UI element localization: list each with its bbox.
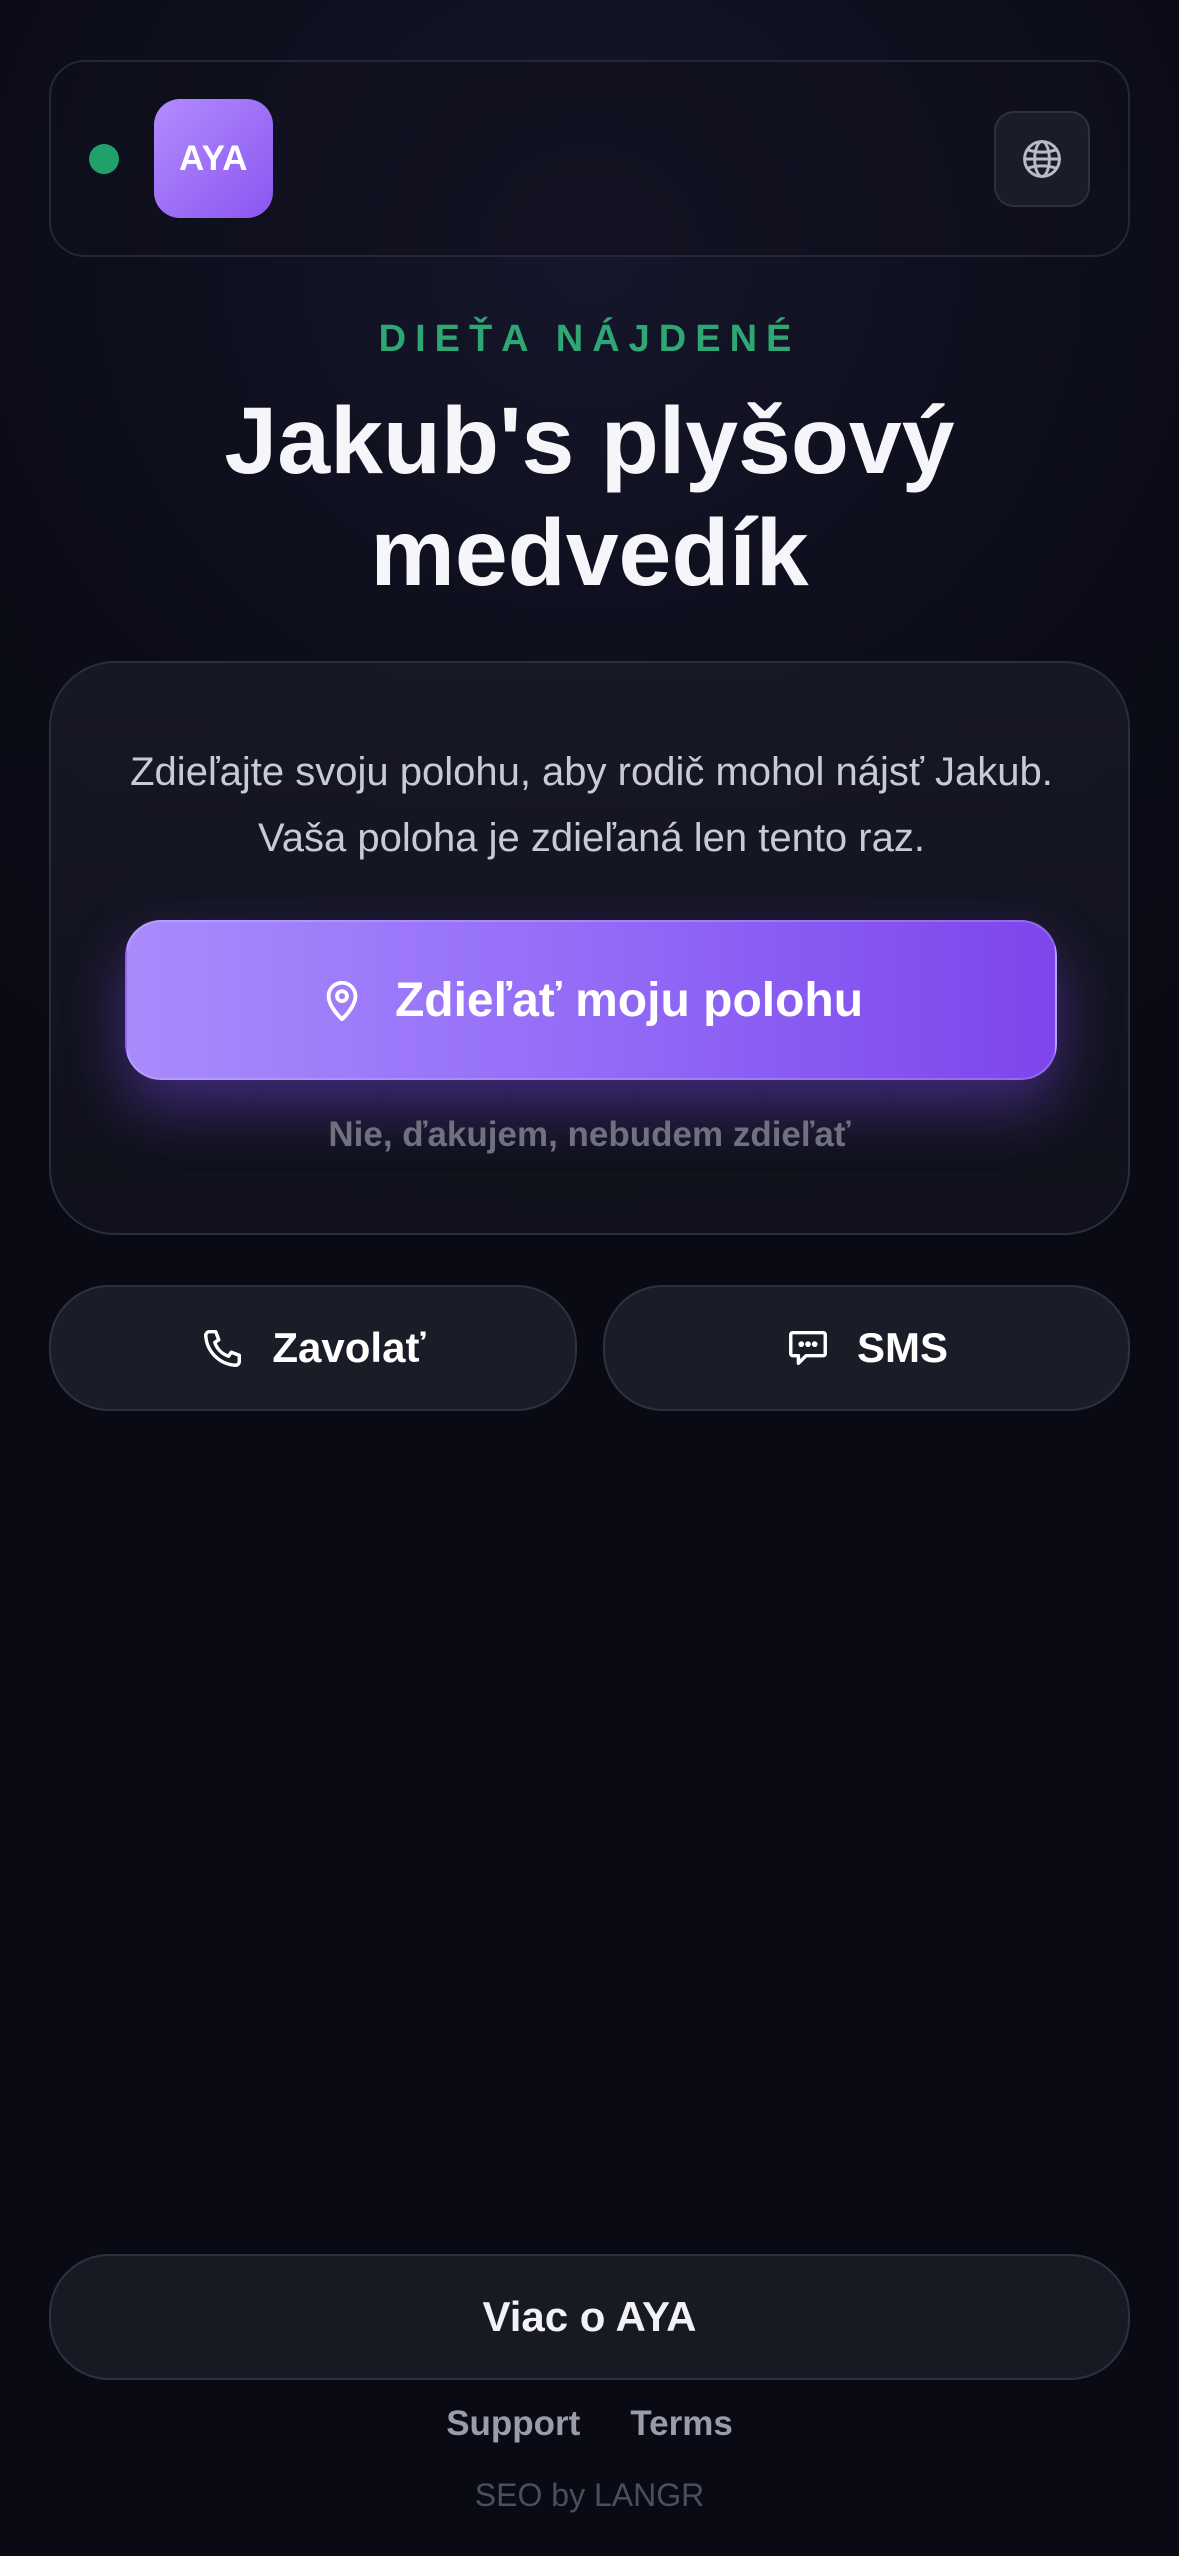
language-button[interactable] — [994, 111, 1090, 207]
seo-credit: SEO by LANGR — [474, 2477, 705, 2513]
support-link[interactable]: Support — [446, 2404, 580, 2444]
status-indicator — [89, 144, 119, 174]
share-location-button[interactable]: Zdieľať moju polohu — [125, 920, 1057, 1080]
aya-logo: AYA — [154, 99, 273, 218]
call-button[interactable]: Zavolať — [49, 1285, 577, 1411]
page-title: Jakub's plyšový medvedík — [224, 388, 955, 606]
more-about-aya-button[interactable]: Viac o AYA — [49, 2254, 1130, 2380]
globe-icon — [1023, 140, 1061, 178]
share-location-card: Zdieľajte svoju polohu, aby rodič mohol … — [49, 661, 1130, 1235]
sms-button[interactable]: SMS — [603, 1285, 1130, 1411]
decline-share-link[interactable]: Nie, ďakujem, nebudem zdieľať — [51, 1115, 1128, 1155]
more-about-label: Viac o AYA — [482, 2293, 697, 2340]
terms-link[interactable]: Terms — [630, 2404, 732, 2444]
location-pin-icon — [326, 980, 358, 1022]
call-label: Zavolať — [272, 1324, 426, 1371]
share-description: Zdieľajte svoju polohu, aby rodič mohol … — [130, 750, 1053, 860]
logo-text: AYA — [179, 138, 248, 178]
footer-links: Support Terms — [0, 2404, 1179, 2444]
phone-icon — [204, 1329, 242, 1367]
header-bar: AYA — [49, 60, 1130, 257]
found-eyebrow: DIEŤA NÁJDENÉ — [378, 318, 801, 360]
sms-label: SMS — [856, 1324, 948, 1371]
chat-bubble-icon — [789, 1330, 827, 1366]
share-location-label: Zdieľať moju polohu — [394, 973, 864, 1027]
page: AYA DIEŤA NÁJDENÉ Jakub's plyšový medved… — [0, 0, 1179, 2556]
